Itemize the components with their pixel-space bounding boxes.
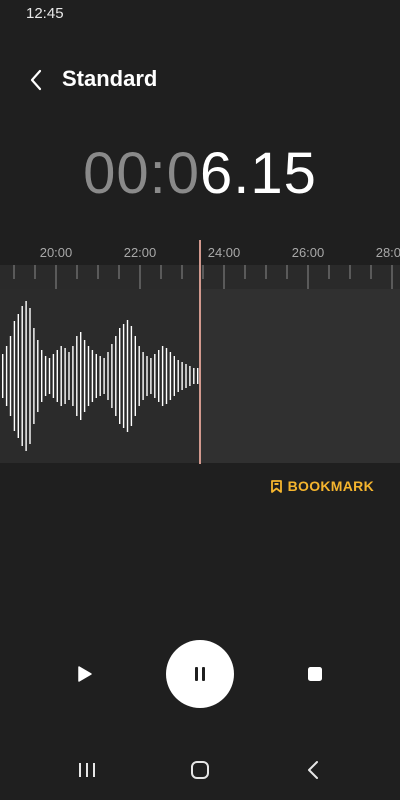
waveform-bar bbox=[185, 364, 187, 388]
waveform-bar bbox=[158, 350, 160, 402]
waveform-bar bbox=[29, 308, 31, 444]
home-icon bbox=[191, 761, 209, 779]
waveform-bar bbox=[48, 358, 51, 394]
waveform-bar bbox=[76, 336, 78, 416]
pause-icon bbox=[195, 667, 205, 681]
waveform-bar bbox=[44, 356, 47, 396]
timer-bright: 6.15 bbox=[200, 141, 317, 206]
waveform-bar bbox=[2, 354, 4, 398]
waveform-bar bbox=[25, 301, 27, 451]
bookmark-button[interactable]: BOOKMARK bbox=[270, 478, 374, 494]
play-icon bbox=[78, 666, 92, 682]
waveform-bar bbox=[146, 356, 148, 396]
timeline[interactable]: 20:00 22:00 24:00 26:00 28:00 bbox=[0, 240, 400, 464]
waveform-bar bbox=[107, 352, 109, 400]
tick-label: 20:00 bbox=[39, 245, 73, 260]
waveform-bar bbox=[122, 324, 125, 428]
timer-dim: 00:0 bbox=[83, 141, 200, 206]
waveform-bar bbox=[83, 340, 86, 412]
waveform-bar bbox=[37, 340, 39, 412]
back-icon bbox=[308, 761, 318, 779]
waveform-bar bbox=[5, 346, 8, 406]
home-button[interactable] bbox=[180, 750, 220, 790]
app-header: Standard bbox=[0, 56, 400, 104]
page-title: Standard bbox=[62, 66, 158, 91]
waveform-bar bbox=[130, 326, 133, 426]
waveform-bar bbox=[33, 328, 35, 424]
chevron-left-icon bbox=[30, 69, 42, 91]
waveform-bar bbox=[56, 350, 58, 402]
waveform-bar bbox=[99, 356, 101, 396]
pause-button[interactable] bbox=[166, 640, 234, 708]
waveform-bar bbox=[181, 362, 183, 390]
waveform-bar bbox=[17, 314, 19, 438]
recents-icon bbox=[79, 763, 95, 777]
waveform-bar bbox=[103, 358, 105, 394]
waveform-bar bbox=[13, 321, 16, 431]
recents-button[interactable] bbox=[67, 750, 107, 790]
nav-back-button[interactable] bbox=[293, 750, 333, 790]
waveform-bar bbox=[142, 352, 144, 400]
system-nav-bar bbox=[0, 744, 400, 800]
stop-icon bbox=[308, 667, 322, 681]
waveform-bar bbox=[111, 344, 113, 408]
playhead[interactable] bbox=[199, 240, 201, 464]
waveform-bar bbox=[21, 306, 23, 446]
waveform-bar bbox=[177, 360, 179, 392]
waveform-bar bbox=[95, 354, 97, 398]
waveform-bar bbox=[134, 336, 136, 416]
status-time: 12:45 bbox=[26, 5, 64, 22]
waveform-bar bbox=[126, 320, 129, 432]
waveform-bar bbox=[119, 328, 121, 424]
waveform-bar bbox=[193, 368, 195, 384]
waveform-bar bbox=[72, 346, 74, 406]
waveform-bar bbox=[138, 346, 140, 406]
tick-label: 28:00 bbox=[375, 245, 400, 260]
stop-button[interactable] bbox=[300, 659, 330, 689]
recording-controls bbox=[0, 640, 400, 708]
waveform-bar bbox=[150, 358, 152, 394]
recording-timer: 00:06.15 bbox=[0, 140, 400, 207]
tick-label: 22:00 bbox=[123, 245, 157, 260]
back-button[interactable] bbox=[18, 62, 54, 98]
waveform-bar bbox=[173, 356, 175, 396]
waveform-bar bbox=[161, 346, 164, 406]
tick-label: 26:00 bbox=[291, 245, 325, 260]
waveform-bar bbox=[91, 350, 94, 402]
waveform-bar bbox=[68, 352, 70, 400]
waveform-bar bbox=[115, 336, 117, 416]
waveform-bar bbox=[64, 348, 66, 404]
waveform-bar bbox=[87, 346, 90, 406]
play-button[interactable] bbox=[70, 659, 100, 689]
bookmark-icon bbox=[270, 479, 282, 493]
waveform-bar bbox=[165, 348, 168, 404]
waveform-bar bbox=[9, 336, 12, 416]
status-bar: 12:45 bbox=[0, 0, 400, 28]
bookmark-label: BOOKMARK bbox=[287, 478, 374, 494]
tick-label: 24:00 bbox=[207, 245, 241, 260]
waveform-bar bbox=[60, 346, 62, 406]
waveform-bar bbox=[41, 350, 43, 402]
waveform-bar bbox=[80, 332, 82, 420]
waveform-bar bbox=[169, 352, 172, 400]
waveform-bar bbox=[154, 354, 156, 398]
waveform-bar bbox=[189, 366, 191, 386]
waveform-bar bbox=[52, 354, 55, 398]
